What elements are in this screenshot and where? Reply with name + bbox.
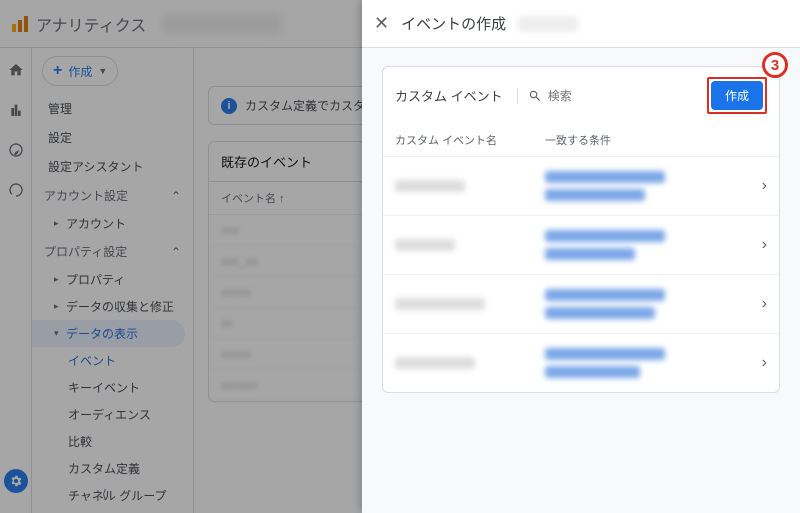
panel-subtitle xyxy=(518,16,578,32)
event-row[interactable]: › xyxy=(383,216,779,275)
col-conditions: 一致する条件 xyxy=(545,132,767,148)
custom-events-card: カスタム イベント 作成 カスタム イベント名 一致する条件 › xyxy=(382,66,780,393)
event-row[interactable]: › xyxy=(383,275,779,334)
chevron-right-icon: › xyxy=(754,236,767,254)
create-event-button[interactable]: 作成 xyxy=(711,81,763,110)
event-row[interactable]: › xyxy=(383,334,779,392)
event-row[interactable]: › xyxy=(383,157,779,216)
create-button-highlight: 作成 xyxy=(707,77,767,114)
close-icon[interactable]: ✕ xyxy=(374,13,389,34)
panel-header: ✕ イベントの作成 xyxy=(362,0,800,48)
annotation-step-3: 3 xyxy=(762,52,788,78)
search-icon xyxy=(528,88,542,104)
search-input[interactable] xyxy=(548,89,697,103)
chevron-right-icon: › xyxy=(754,295,767,313)
panel-title: イベントの作成 xyxy=(401,13,506,34)
search-field[interactable] xyxy=(517,88,697,104)
col-custom-event-name: カスタム イベント名 xyxy=(395,132,545,148)
card-title: カスタム イベント xyxy=(395,86,503,105)
create-event-panel: ✕ イベントの作成 カスタム イベント 作成 カスタム イベント名 一致する条件 xyxy=(362,0,800,513)
chevron-right-icon: › xyxy=(754,177,767,195)
chevron-right-icon: › xyxy=(754,354,767,372)
